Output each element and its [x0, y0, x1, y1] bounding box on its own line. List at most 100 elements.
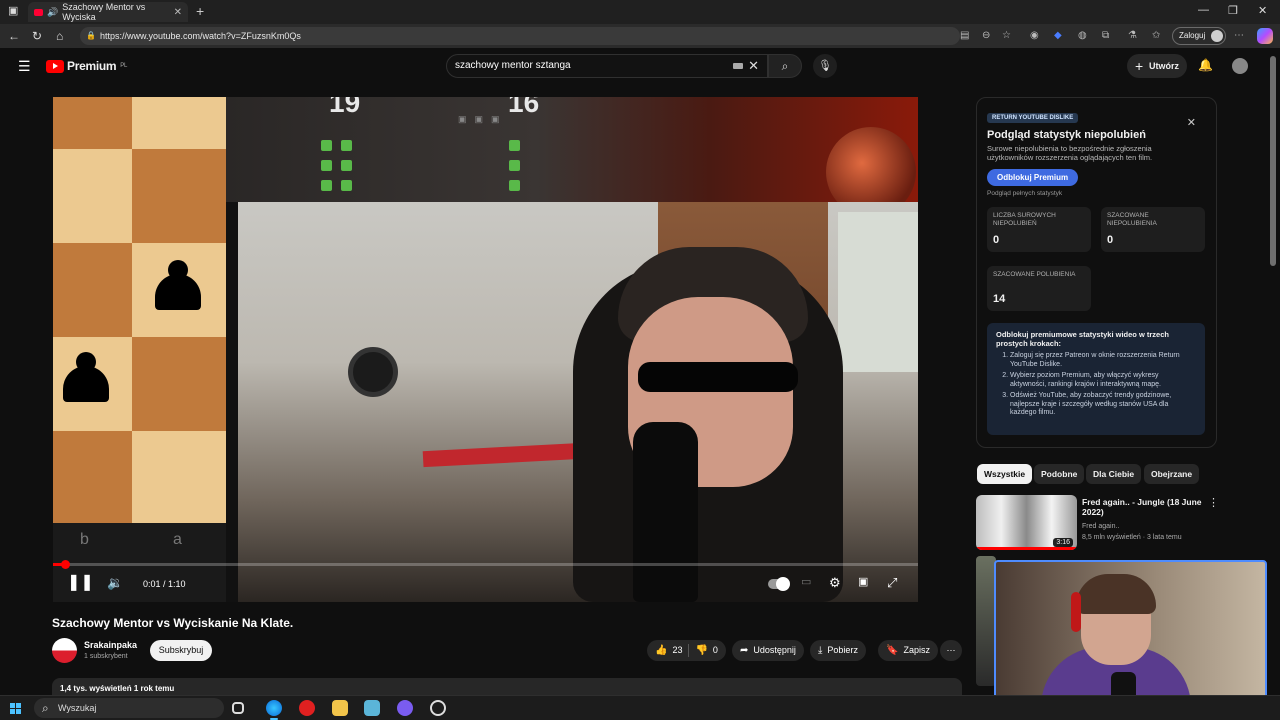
zoom-icon[interactable]: ⊖	[982, 30, 990, 41]
fullscreen-icon[interactable]: ⤢	[887, 575, 897, 591]
favorites-icon[interactable]: ✩	[1152, 30, 1160, 41]
bell-icon[interactable]: 🔔	[1198, 58, 1213, 72]
new-tab-button[interactable]: +	[196, 3, 204, 19]
video-player[interactable]: b a 19 16 ▣▣▣ ❚❚ 🔉 0:01 / 1:10 ▭ ⚙ ▣ ⤢	[53, 97, 918, 602]
download-button[interactable]: ⤓ Pobierz	[810, 640, 866, 661]
maximize-icon[interactable]: ❐	[1228, 4, 1238, 17]
subtitles-icon[interactable]: ▭	[801, 575, 811, 588]
player-controls: ❚❚ 🔉 0:01 / 1:10 ▭ ⚙ ▣ ⤢	[53, 567, 918, 602]
tab-close-icon[interactable]: ✕	[174, 7, 182, 18]
chip-for-you[interactable]: Dla Ciebie	[1086, 464, 1142, 484]
stat-raw-dislikes: LICZBA SUROWYCH NIEPOLUBIEŃ 0	[987, 207, 1091, 252]
create-button[interactable]: Utwórz	[1127, 54, 1187, 78]
extension-icon[interactable]: ◍	[1078, 30, 1087, 41]
dislike-icon[interactable]: 👎	[695, 645, 707, 656]
related-stats: 8,5 mln wyświetleń · 3 lata temu	[1082, 534, 1182, 541]
taskbar: Wyszukaj	[0, 695, 1280, 720]
taskbar-search[interactable]: Wyszukaj	[34, 698, 224, 718]
extensions-icon[interactable]: ⧉	[1102, 30, 1109, 41]
search-button[interactable]: ⌕	[768, 54, 802, 78]
settings-icon[interactable]: ⚙	[829, 575, 841, 591]
youtube-logo[interactable]: Premium PL	[46, 59, 127, 73]
opera-icon[interactable]	[299, 700, 315, 716]
like-icon[interactable]: 👍	[655, 645, 667, 656]
channel-name[interactable]: Srakainpaka	[84, 640, 137, 650]
related-thumbnail[interactable]: 3:16	[976, 495, 1077, 550]
subscriber-count: 1 subskrybent	[84, 653, 128, 660]
stat-value: 0	[993, 234, 1000, 246]
discord-icon[interactable]	[397, 700, 413, 716]
back-icon[interactable]: ←	[8, 29, 20, 43]
reload-icon[interactable]: ↻	[32, 29, 42, 43]
browser-menu-icon[interactable]: ▣	[8, 4, 18, 17]
score-overlay: 19 16	[226, 97, 918, 217]
page-scrollbar[interactable]	[1270, 56, 1276, 266]
menu-icon[interactable]: ☰	[18, 58, 31, 75]
close-icon[interactable]: ✕	[1187, 116, 1196, 129]
more-icon[interactable]: ⋮	[1208, 496, 1219, 509]
progress-bar[interactable]	[53, 560, 918, 569]
voice-search-button[interactable]: 🎙	[813, 54, 837, 78]
notepad-icon[interactable]	[364, 700, 380, 716]
youtube-play-icon	[46, 59, 64, 73]
save-icon: 🔖	[886, 645, 899, 656]
share-label: Udostępnij	[753, 645, 796, 655]
extension-icon[interactable]: ◉	[1030, 30, 1039, 41]
miniplayer-icon[interactable]: ▣	[858, 575, 868, 588]
frame-tools-icon[interactable]: ▣▣▣	[458, 114, 508, 125]
stat-value: 0	[1107, 234, 1114, 246]
edge-icon[interactable]	[266, 700, 282, 720]
keyboard-icon[interactable]	[733, 63, 743, 69]
window-close-icon[interactable]: ✕	[1258, 4, 1267, 17]
unlock-premium-button[interactable]: Odblokuj Premium	[987, 169, 1079, 186]
chip-all[interactable]: Wszystkie	[977, 464, 1033, 484]
related-title[interactable]: Fred again.. - Jungle (18 June 2022)	[1082, 497, 1202, 517]
account-avatar[interactable]	[1232, 58, 1248, 74]
channel-avatar[interactable]	[52, 638, 77, 663]
stat-estimated-likes: SZACOWANE POLUBIENIA 14	[987, 266, 1091, 311]
split-screen-icon[interactable]: ⚗	[1128, 30, 1137, 41]
ryd-preview-note: Podgląd pełnych statystyk	[987, 190, 1063, 197]
file-explorer-icon[interactable]	[332, 700, 348, 716]
dislike-count[interactable]: 0	[713, 645, 718, 655]
play-pause-icon[interactable]: ❚❚	[67, 572, 94, 592]
obs-icon[interactable]	[430, 700, 446, 716]
chip-watched[interactable]: Obejrzane	[1144, 464, 1200, 484]
related-thumbnail[interactable]	[976, 556, 996, 686]
share-button[interactable]: ➦ Udostępnij	[732, 640, 804, 661]
stat-label: SZACOWANE POLUBIENIA	[993, 271, 1076, 278]
profile-avatar	[1211, 30, 1223, 42]
volume-icon[interactable]: 🔉	[107, 575, 123, 591]
related-channel[interactable]: Fred again..	[1082, 521, 1182, 532]
home-icon[interactable]: ⌂	[56, 29, 63, 43]
stat-label: SZACOWANE NIEPOLUBIENIA	[1107, 212, 1157, 227]
url-field[interactable]: 🔒 https://www.youtube.com/watch?v=ZFuzsn…	[80, 27, 960, 45]
copilot-icon[interactable]	[1257, 28, 1273, 44]
task-view-icon[interactable]	[232, 702, 244, 714]
profile-label: Zaloguj	[1179, 31, 1206, 40]
windows-logo-icon[interactable]	[10, 703, 21, 714]
chip-related[interactable]: Podobne	[1034, 464, 1085, 484]
like-count[interactable]: 23	[672, 645, 682, 655]
stat-value: 14	[993, 293, 1006, 305]
profile-button[interactable]: Zaloguj	[1172, 27, 1226, 45]
more-actions-button[interactable]: ⋯	[940, 640, 962, 661]
subscribe-button[interactable]: Subskrybuj	[150, 640, 212, 661]
webcam-scene	[238, 202, 918, 602]
shield-extension-icon[interactable]: ◆	[1054, 30, 1062, 41]
youtube-favicon-icon	[34, 8, 44, 16]
autoplay-toggle[interactable]	[768, 577, 790, 591]
browser-tab[interactable]: 🔊 Szachowy Mentor vs Wyciska ✕	[28, 2, 188, 22]
chessboard	[53, 97, 226, 523]
save-button[interactable]: 🔖 Zapisz	[878, 640, 938, 661]
create-label: Utwórz	[1149, 61, 1179, 71]
favorite-icon[interactable]: ☆	[1002, 30, 1011, 41]
site-info-icon[interactable]: 🔒	[86, 27, 96, 45]
audio-icon[interactable]: 🔊	[47, 7, 58, 18]
more-icon[interactable]: ⋯	[1234, 30, 1244, 41]
reader-icon[interactable]: ▤	[960, 30, 969, 41]
steps-heading: Odblokuj premiumowe statystyki wideo w t…	[996, 330, 1169, 348]
search-input[interactable]: szachowy mentor sztanga ✕	[446, 54, 768, 78]
minimize-icon[interactable]: —	[1198, 4, 1209, 16]
clear-search-icon[interactable]: ✕	[748, 55, 759, 77]
